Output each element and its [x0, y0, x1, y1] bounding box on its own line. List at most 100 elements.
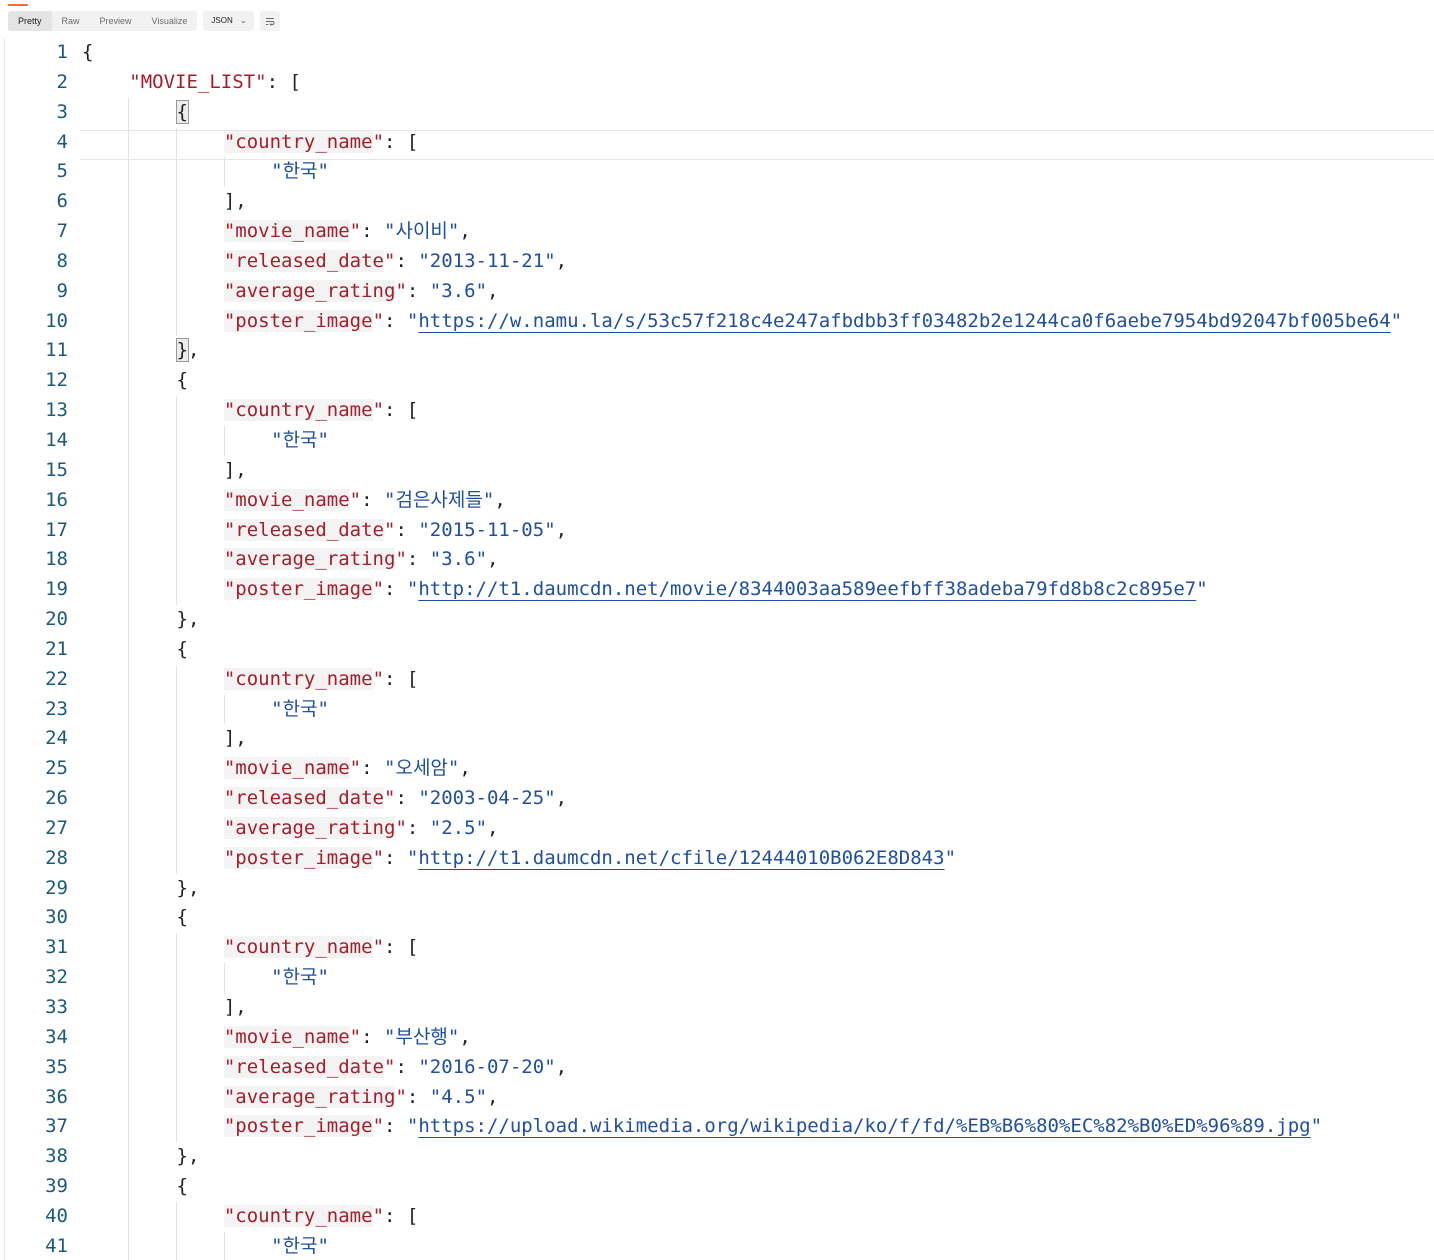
- json-token: ": [429, 279, 442, 302]
- json-token: ,: [188, 1145, 200, 1168]
- code-text: "movie_name": "오세암",: [223, 754, 471, 784]
- tab-pretty[interactable]: Pretty: [8, 11, 52, 31]
- line-number: 31: [45, 936, 68, 959]
- json-token: ": [544, 249, 556, 272]
- indent-guide: [128, 664, 129, 695]
- indent-guide: [176, 246, 177, 277]
- code-line: 38},: [0, 1142, 1434, 1173]
- indent-guide: [128, 1052, 129, 1083]
- code-line: 8 "released_date": "2013-11-21",: [0, 246, 1434, 277]
- json-token: ": [384, 488, 396, 511]
- indent-guide: [176, 694, 177, 725]
- line-number: 22: [45, 667, 68, 690]
- indent-guide: [224, 425, 225, 456]
- code-line: 33],: [0, 993, 1434, 1023]
- json-token: ": [384, 787, 396, 810]
- json-token: {: [176, 906, 188, 929]
- code-line: 26 "released_date": "2003-04-25",: [0, 784, 1434, 814]
- indent-guide: [224, 963, 225, 993]
- line-number: 2: [56, 70, 68, 93]
- url-link[interactable]: http://t1.daumcdn.net/cfile/12444010B062…: [418, 847, 944, 869]
- indent-guide: [128, 724, 129, 755]
- code-text: "movie_name": "검은사제들",: [223, 486, 506, 516]
- json-value: 부산행: [395, 1025, 448, 1048]
- url-link[interactable]: https://w.namu.la/s/53c57f218c4e247afbdb…: [418, 310, 1390, 332]
- indent-guide: [128, 933, 129, 964]
- indent-guide: [128, 993, 129, 1023]
- code-text: "released_date": "2003-04-25",: [223, 784, 567, 814]
- indent-guide: [176, 276, 177, 307]
- json-token: ": [384, 1055, 396, 1078]
- url-link[interactable]: http://t1.daumcdn.net/movie/8344003aa589…: [418, 578, 1196, 600]
- json-token: ": [544, 787, 556, 810]
- url-link[interactable]: https://upload.wikimedia.org/wikipedia/k…: [418, 1115, 1310, 1137]
- wrap-lines-icon: [266, 17, 275, 26]
- code-text: "한국": [271, 695, 329, 725]
- code-text: "country_name": [: [223, 933, 418, 963]
- tab-raw[interactable]: Raw: [52, 11, 90, 31]
- code-line: 41 "한국": [0, 1231, 1434, 1260]
- json-value: 2.5: [441, 816, 476, 839]
- code-line: 32 "한국": [0, 963, 1434, 993]
- indent-guide: [176, 1052, 177, 1083]
- line-number: 7: [56, 220, 68, 243]
- indent-guide: [176, 933, 177, 964]
- json-token: poster_image: [235, 309, 373, 332]
- code-line: 10 "poster_image": "https://w.namu.la/s/5…: [0, 306, 1434, 337]
- json-token: :: [395, 518, 419, 541]
- code-line: 15],: [0, 455, 1434, 486]
- json-token: ": [429, 816, 442, 839]
- json-token: ": [317, 1234, 329, 1257]
- code-text: {: [177, 635, 188, 665]
- indent-guide: [224, 157, 225, 188]
- json-token: ": [447, 220, 460, 243]
- response-toolbar: Pretty Raw Preview Visualize JSON ⌄: [8, 11, 281, 31]
- code-text: },: [175, 336, 199, 366]
- line-number: 30: [45, 906, 68, 929]
- json-token: average_rating: [235, 816, 396, 839]
- json-token: ": [418, 787, 430, 810]
- tab-visualize[interactable]: Visualize: [142, 11, 198, 31]
- json-token: }: [175, 338, 190, 363]
- line-number: 26: [45, 787, 68, 810]
- json-token: ": [223, 548, 236, 571]
- json-token: }: [176, 608, 188, 631]
- format-dropdown-label: JSON: [211, 16, 233, 25]
- json-token: }: [176, 1145, 188, 1168]
- code-text: "country_name": [: [223, 1202, 418, 1232]
- json-token: :: [395, 1055, 419, 1078]
- json-token: ,: [188, 608, 200, 631]
- indent-guide: [176, 813, 177, 844]
- json-token: ": [406, 846, 419, 869]
- json-token: ],: [223, 727, 247, 750]
- json-token: ,: [555, 1055, 568, 1078]
- json-token: ": [271, 966, 283, 989]
- json-token: ": [271, 1234, 283, 1257]
- json-token: ,: [459, 1025, 471, 1048]
- json-token: ": [372, 846, 385, 869]
- json-response-editor[interactable]: 1{2 "MOVIE_LIST": [3{4 "country_name": [5 "…: [0, 38, 1434, 1260]
- json-token: ": [372, 667, 385, 690]
- json-token: }: [176, 876, 188, 899]
- indent-guide: [176, 157, 177, 188]
- indent-guide: [128, 605, 129, 635]
- line-number: 27: [45, 816, 68, 839]
- code-line: 6],: [0, 187, 1434, 218]
- line-number: 9: [56, 279, 68, 302]
- indent-guide: [128, 843, 129, 874]
- line-number: 19: [45, 578, 68, 601]
- tab-preview[interactable]: Preview: [90, 11, 142, 31]
- indent-guide: [128, 336, 129, 367]
- line-number: 5: [56, 160, 68, 183]
- indent-guide: [176, 575, 177, 606]
- indent-guide: [128, 873, 129, 904]
- code-text: {: [177, 366, 188, 396]
- format-dropdown[interactable]: JSON ⌄: [203, 11, 255, 31]
- json-token: ": [418, 249, 430, 272]
- wrap-lines-button[interactable]: [260, 11, 281, 31]
- json-token: :: [406, 548, 430, 571]
- indent-guide: [128, 813, 129, 844]
- code-text: "movie_name": "사이비",: [223, 217, 471, 247]
- json-token: ": [223, 816, 236, 839]
- json-token: ": [372, 1204, 385, 1227]
